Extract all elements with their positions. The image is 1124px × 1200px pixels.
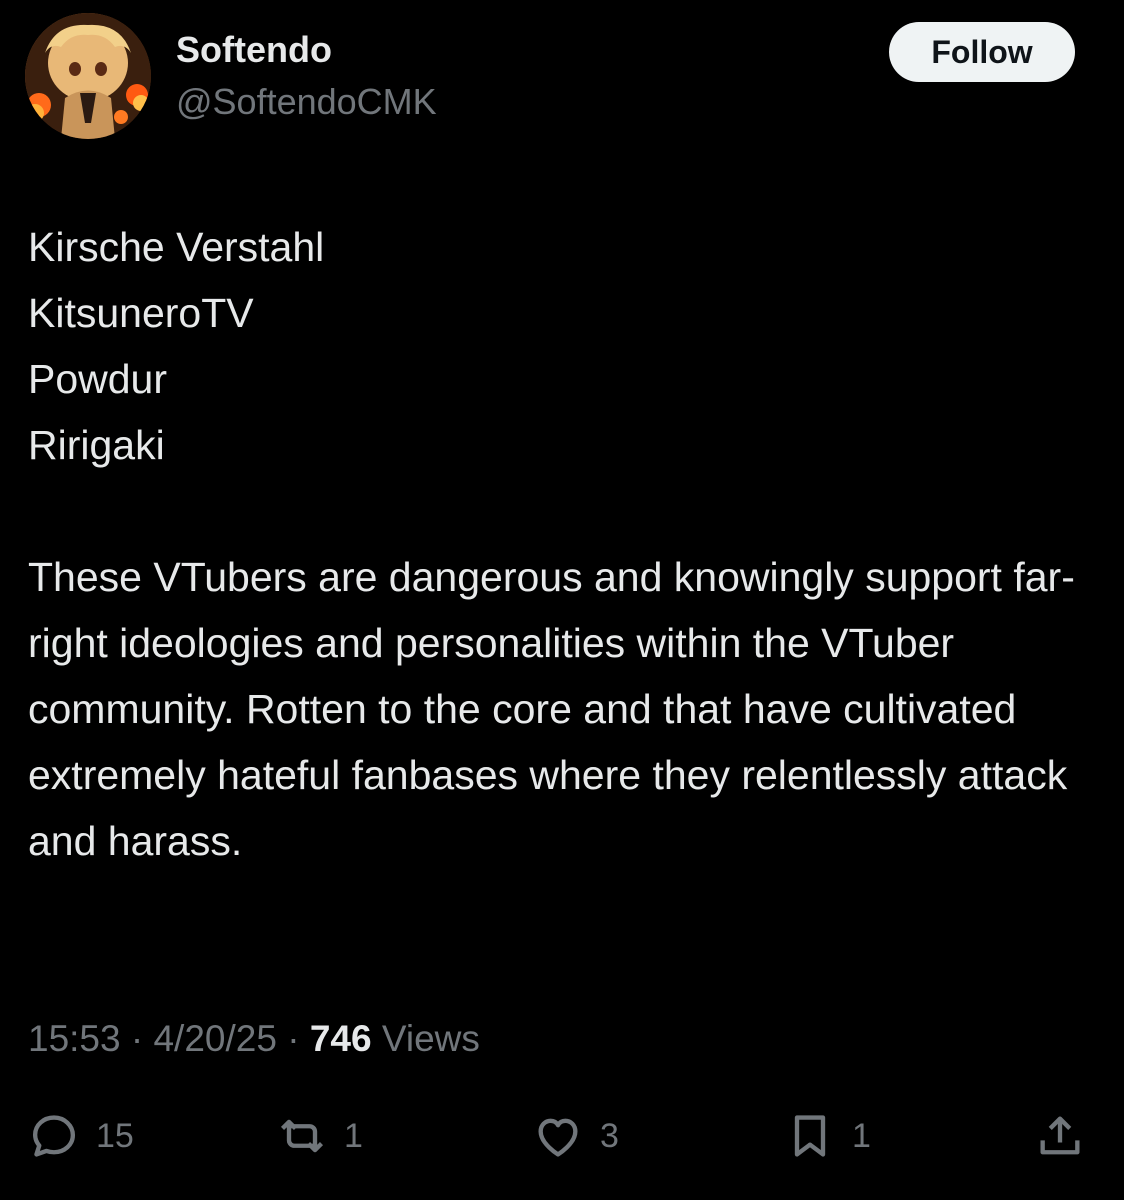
- reply-icon: [28, 1110, 80, 1162]
- bookmark-count: 1: [852, 1116, 871, 1155]
- tweet-date[interactable]: 4/20/25: [153, 1018, 276, 1059]
- reply-count: 15: [96, 1116, 134, 1155]
- repost-count: 1: [344, 1116, 363, 1155]
- bookmark-icon: [784, 1110, 836, 1162]
- bookmark-button[interactable]: 1: [784, 1100, 871, 1172]
- follow-button[interactable]: Follow: [889, 22, 1075, 82]
- reply-button[interactable]: 15: [28, 1100, 134, 1172]
- body-line: Kirsche Verstahl: [28, 224, 325, 270]
- share-icon: [1034, 1110, 1086, 1162]
- like-button[interactable]: 3: [532, 1100, 619, 1172]
- action-bar: 15 1 3 1: [0, 1100, 1124, 1172]
- tweet-time[interactable]: 15:53: [28, 1018, 121, 1059]
- tweet-card: Softendo @SoftendoCMK Follow Kirsche Ver…: [0, 0, 1124, 1200]
- views-label: Views: [381, 1018, 480, 1059]
- body-paragraph: These VTubers are dangerous and knowingl…: [28, 554, 1075, 864]
- display-name[interactable]: Softendo: [176, 28, 332, 72]
- like-icon: [532, 1110, 584, 1162]
- user-handle[interactable]: @SoftendoCMK: [176, 80, 437, 124]
- body-line: Ririgaki: [28, 422, 165, 468]
- share-button[interactable]: [1034, 1100, 1086, 1172]
- like-count: 3: [600, 1116, 619, 1155]
- body-line: KitsuneroTV: [28, 290, 254, 336]
- tweet-body: Kirsche Verstahl KitsuneroTV Powdur Riri…: [28, 214, 1098, 874]
- avatar[interactable]: [25, 13, 151, 139]
- repost-icon: [276, 1110, 328, 1162]
- meta-separator: ·: [130, 1018, 144, 1059]
- tweet-meta: 15:53 · 4/20/25 · 746 Views: [28, 1015, 480, 1063]
- avatar-image: [25, 13, 151, 139]
- body-line: Powdur: [28, 356, 168, 402]
- meta-separator: ·: [287, 1018, 300, 1059]
- views-count[interactable]: 746: [310, 1018, 372, 1059]
- repost-button[interactable]: 1: [276, 1100, 363, 1172]
